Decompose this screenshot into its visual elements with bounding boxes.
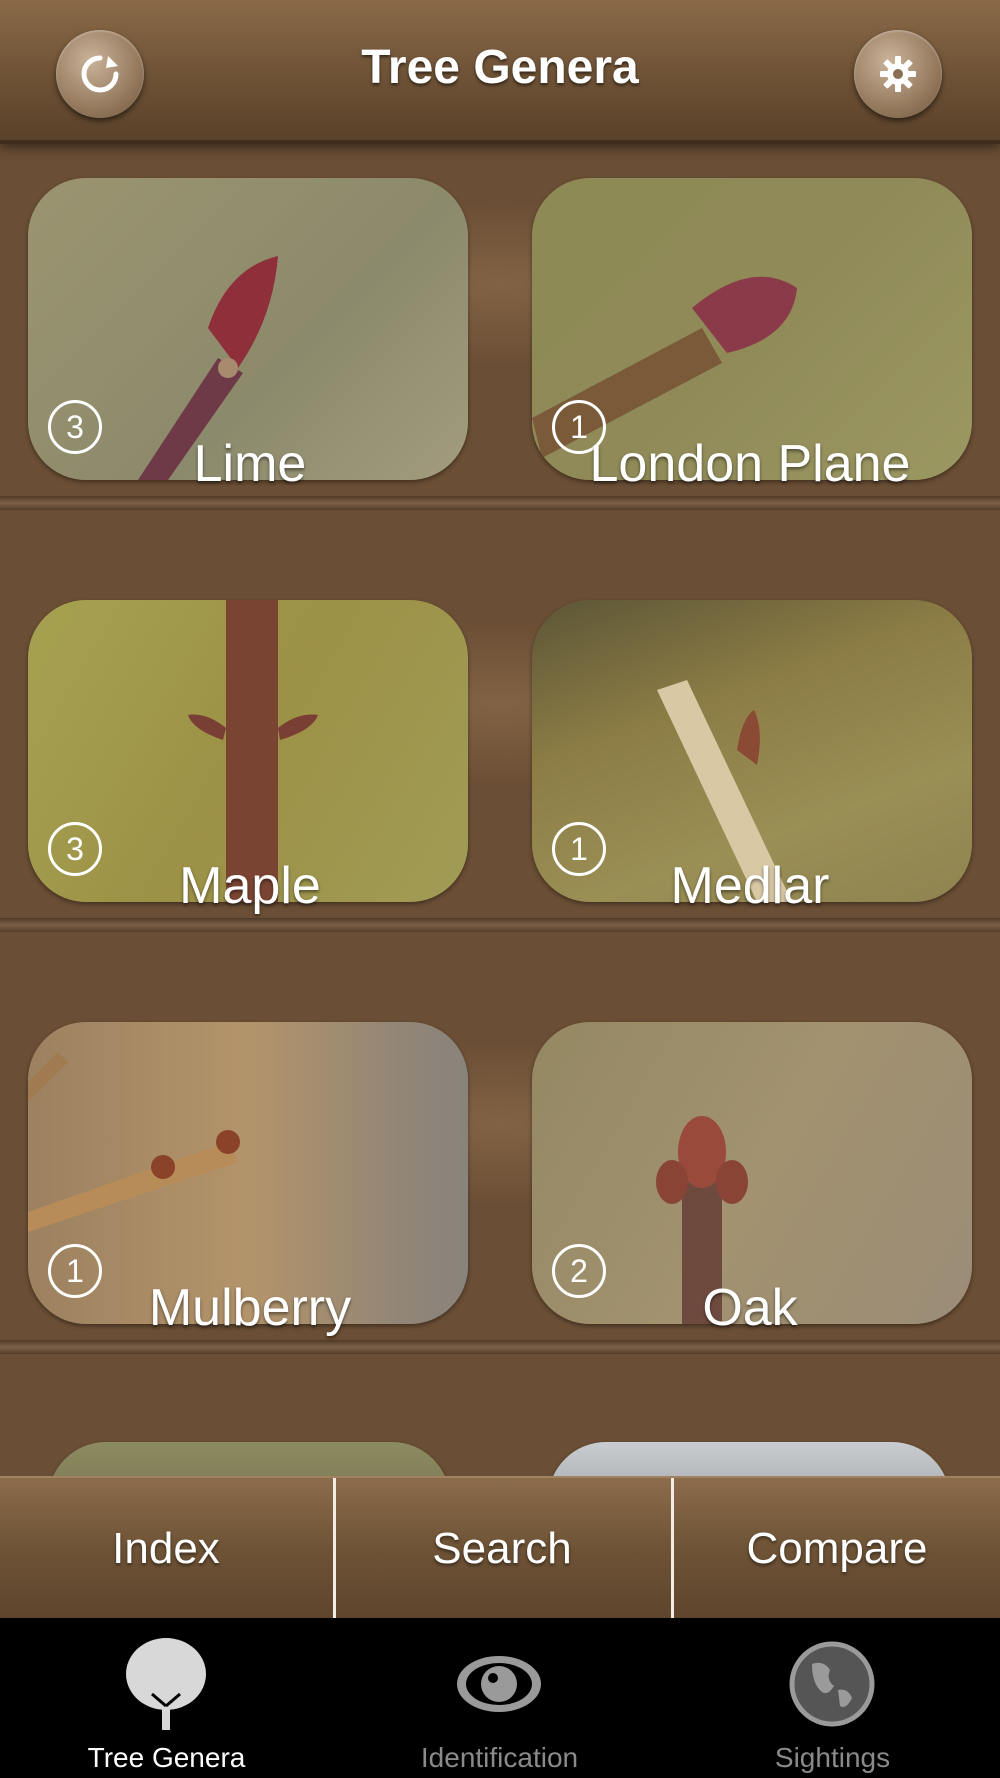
tab-label: Sightings	[774, 1742, 891, 1773]
genus-tile-partial[interactable]	[548, 1442, 950, 1476]
row-divider	[0, 1340, 1000, 1354]
genus-label[interactable]: Oak	[500, 1278, 1000, 1338]
tab-label: Tree Genera	[87, 1742, 246, 1773]
compare-button[interactable]: Compare	[674, 1478, 1000, 1620]
refresh-button[interactable]	[56, 30, 144, 118]
tab-sightings[interactable]: Sightings	[666, 1618, 999, 1778]
page-title: Tree Genera	[361, 41, 639, 94]
genus-label[interactable]: Lime	[0, 434, 500, 494]
globe-icon	[789, 1641, 875, 1727]
row-divider	[0, 496, 1000, 510]
genera-grid: 3 Lime 1 London Plane 3 Maple 1 Medlar 1…	[0, 144, 1000, 1476]
search-button[interactable]: Search	[336, 1478, 668, 1620]
tab-label: Identification	[420, 1742, 579, 1773]
view-mode-bar: Index Search Compare	[0, 1476, 1000, 1620]
nav-header: Tree Genera	[0, 0, 1000, 144]
genus-tile-partial[interactable]	[48, 1442, 450, 1476]
genus-label[interactable]: Medlar	[500, 856, 1000, 916]
tab-tree-genera[interactable]: Tree Genera	[0, 1618, 333, 1778]
gear-icon	[880, 56, 916, 92]
refresh-icon	[81, 55, 119, 93]
tab-bar: Tree Genera Identification Sightings	[0, 1618, 1000, 1778]
genus-label[interactable]: Mulberry	[0, 1278, 500, 1338]
genus-label[interactable]: London Plane	[500, 434, 1000, 494]
settings-button[interactable]	[854, 30, 942, 118]
tree-icon	[126, 1638, 206, 1730]
tab-identification[interactable]: Identification	[333, 1618, 666, 1778]
genus-label[interactable]: Maple	[0, 856, 500, 916]
index-button[interactable]: Index	[0, 1478, 332, 1620]
row-divider	[0, 918, 1000, 932]
eye-icon	[457, 1656, 541, 1712]
